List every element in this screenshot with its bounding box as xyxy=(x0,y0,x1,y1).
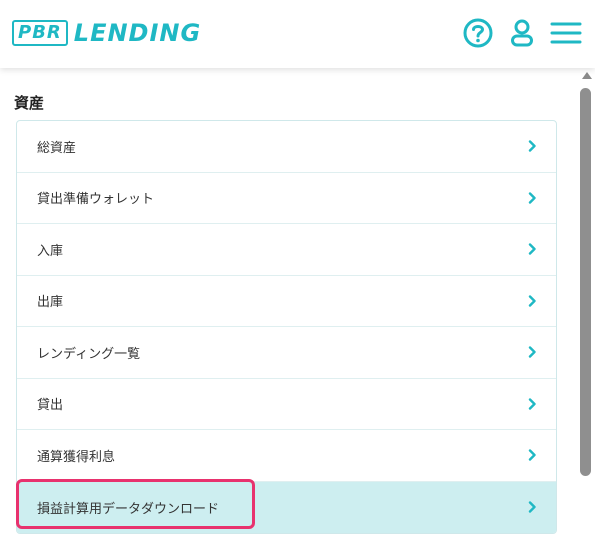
menu-icon[interactable] xyxy=(549,16,583,50)
top-header: PBR LENDING xyxy=(0,0,595,68)
brand-logo[interactable]: PBR LENDING xyxy=(12,18,201,48)
menu-item-label: 入庫 xyxy=(37,243,64,259)
menu-item-label: 貸出 xyxy=(37,398,64,414)
logo-text: LENDING xyxy=(73,19,202,47)
chevron-right-icon xyxy=(528,398,536,410)
menu-item-label: 損益計算用データダウンロード xyxy=(37,501,220,517)
menu-item[interactable]: 総資産 xyxy=(17,121,556,173)
menu-item[interactable]: 入庫 xyxy=(17,224,556,276)
chevron-right-icon xyxy=(528,295,536,307)
main-content: 資産 総資産貸出準備ウォレット 入庫出庫レンディング一覧 貸出通算獲得利息損益計算用… xyxy=(0,68,578,537)
menu-item[interactable]: 貸出 xyxy=(17,379,556,430)
app-root: PBR LENDING 資産 総資産貸出準備ウォレット 入庫出庫レンディング一覧貸… xyxy=(0,0,595,537)
chevron-right-icon xyxy=(528,449,536,461)
menu-item[interactable]: 通算獲得利息 xyxy=(17,430,556,482)
menu-item[interactable]: 損益計算用データダウンロード xyxy=(17,481,556,533)
scroll-thumb[interactable] xyxy=(580,88,591,476)
section-title: 資産 xyxy=(14,94,45,112)
menu-item[interactable]: 出庫 xyxy=(17,276,556,327)
asset-menu-list: 総資産貸出準備ウォレット 入庫出庫レンディング一覧 貸出通算獲得利息損益計算用データ… xyxy=(16,120,557,534)
header-icons xyxy=(451,16,583,50)
menu-item-label: 総資産 xyxy=(37,140,77,156)
help-icon[interactable] xyxy=(461,16,495,50)
menu-item-label: 貸出準備ウォレット xyxy=(37,192,155,208)
menu-item[interactable]: レンディング一覧 xyxy=(17,327,556,379)
chevron-right-icon xyxy=(528,346,536,358)
chevron-right-icon xyxy=(528,501,536,513)
user-icon[interactable] xyxy=(505,16,539,50)
menu-item-label: レンディング一覧 xyxy=(37,346,141,362)
menu-item-label: 出庫 xyxy=(37,295,64,311)
vertical-scrollbar[interactable] xyxy=(578,68,595,537)
chevron-right-icon xyxy=(528,192,536,204)
chevron-right-icon xyxy=(528,243,536,255)
logo-box-text: PBR xyxy=(12,20,68,46)
menu-item-label: 通算獲得利息 xyxy=(37,449,116,465)
menu-item[interactable]: 貸出準備ウォレット xyxy=(17,173,556,224)
chevron-right-icon xyxy=(528,140,536,152)
scroll-up-arrow-icon[interactable] xyxy=(582,72,592,79)
